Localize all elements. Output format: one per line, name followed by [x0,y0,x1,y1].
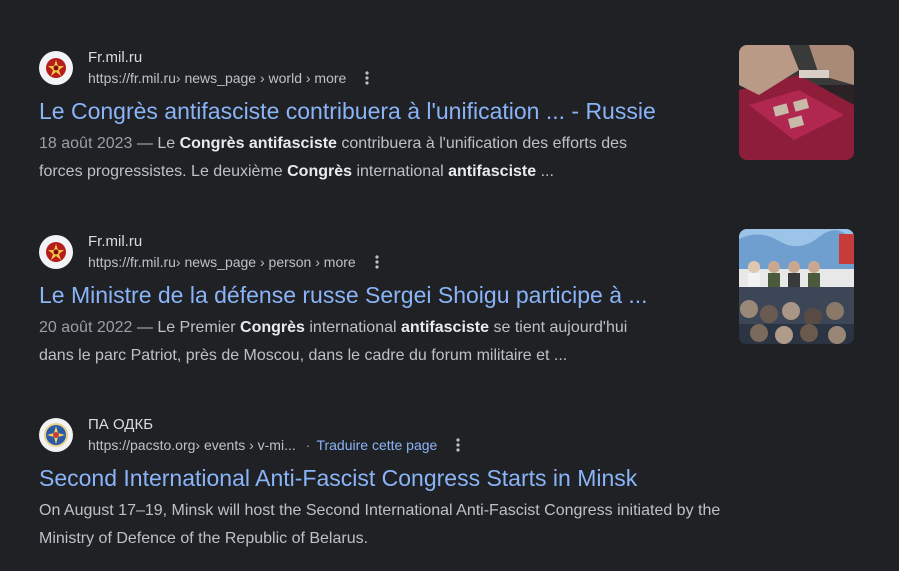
snippet-highlight: antifasciste [400,319,490,336]
snippet-text: dans le parc Patriot, près de Moscou, da… [39,347,568,364]
separator-dot: · [305,437,311,453]
russian-mod-favicon-icon [39,235,73,269]
result-title-link[interactable]: Le Ministre de la défense russe Sergei S… [39,280,739,310]
translate-page-link[interactable]: Traduire cette page [316,435,437,455]
url-domain: https://pacsto.org [88,437,196,453]
search-result: Fr.mil.ru https://fr.mil.ru › news_page … [39,230,739,370]
url-domain: https://fr.mil.ru [88,70,176,86]
search-result: ПА ОДКБ https://pacsto.org › events › v-… [39,413,739,553]
snippet-highlight: Congrès antifasciste [179,135,337,152]
snippet-text: Ministry of Defence of the Republic of B… [39,530,369,547]
snippet-text: international [304,319,401,336]
result-title-link[interactable]: Second International Anti-Fascist Congre… [39,463,739,493]
snippet-text: forces progressistes. Le deuxième [39,163,288,180]
award-box-photo-icon [739,45,854,160]
url-path: › events › v-mi... [195,437,296,453]
snippet-text: international [352,163,449,180]
snippet-text: contribuera à l'unification des efforts … [336,135,627,152]
result-source[interactable]: Fr.mil.ru https://fr.mil.ru › news_page … [39,46,739,90]
result-snippet: 18 août 2023 — Le Congrès antifasciste c… [39,130,799,186]
snippet-text: ... [536,163,554,180]
more-options-icon[interactable] [355,68,379,88]
snippet-text: — Le Premier [132,319,241,336]
csto-emblem-favicon-icon [39,418,73,452]
more-options-icon[interactable] [365,252,389,272]
breadcrumb: https://fr.mil.ru › news_page › world › … [88,68,379,88]
breadcrumb: https://pacsto.org › events › v-mi... · … [88,435,470,455]
site-name: Fr.mil.ru [88,49,143,66]
more-options-icon[interactable] [446,435,470,455]
result-title-link[interactable]: Le Congrès antifasciste contribuera à l'… [39,96,739,126]
site-name: ПА ОДКБ [88,416,154,433]
breadcrumb: https://fr.mil.ru › news_page › person ›… [88,252,389,272]
snippet-text: se tient aujourd'hui [489,319,628,336]
snippet-text: On August 17–19, Minsk will host the Sec… [39,502,721,519]
url-path: › news_page › world › more [175,70,347,86]
snippet-text: — Le [132,135,180,152]
search-result: Fr.mil.ru https://fr.mil.ru › news_page … [39,46,739,186]
conference-photo-icon [739,229,854,344]
snippet-highlight: Congrès [287,163,353,180]
result-source[interactable]: Fr.mil.ru https://fr.mil.ru › news_page … [39,230,739,274]
url-domain: https://fr.mil.ru [88,254,176,270]
site-name: Fr.mil.ru [88,233,143,250]
result-date: 18 août 2023 [39,135,133,152]
result-thumbnail[interactable] [739,45,854,160]
result-snippet: 20 août 2022 — Le Premier Congrès intern… [39,314,799,370]
result-snippet: On August 17–19, Minsk will host the Sec… [39,497,799,553]
result-source[interactable]: ПА ОДКБ https://pacsto.org › events › v-… [39,413,739,457]
result-thumbnail[interactable] [739,229,854,344]
url-path: › news_page › person › more [175,254,356,270]
russian-mod-favicon-icon [39,51,73,85]
snippet-highlight: Congrès [240,319,305,336]
snippet-highlight: antifasciste [448,163,537,180]
result-date: 20 août 2022 [39,319,133,336]
